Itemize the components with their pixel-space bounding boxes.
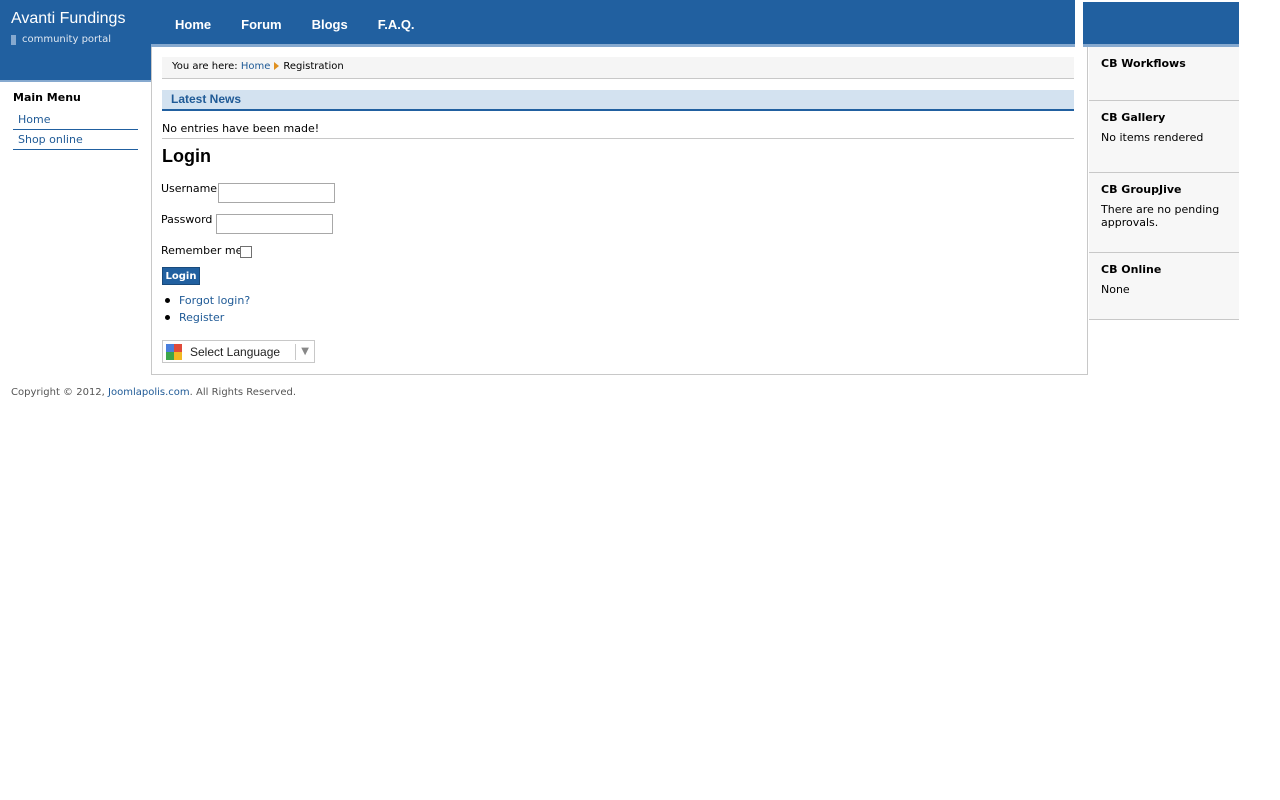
- module-cb-online: CB Online None: [1089, 253, 1239, 320]
- login-title: Login: [162, 146, 211, 166]
- latest-news-heading: Latest News: [162, 90, 1074, 111]
- remember-me-label: Remember me: [161, 244, 243, 257]
- menu-item-home[interactable]: Home: [13, 110, 138, 130]
- right-sidebar: CB Workflows CB Gallery No items rendere…: [1089, 47, 1239, 320]
- breadcrumb-current: Registration: [283, 61, 344, 72]
- language-select[interactable]: Select Language ▼: [162, 340, 315, 363]
- password-label: Password: [161, 213, 213, 226]
- forgot-login-link[interactable]: Forgot login?: [179, 294, 250, 307]
- breadcrumb-home-link[interactable]: Home: [241, 61, 271, 72]
- module-title: CB GroupJive: [1101, 183, 1182, 196]
- menu-item-shop-online[interactable]: Shop online: [13, 130, 138, 150]
- dropdown-arrow-icon: ▼: [301, 346, 309, 357]
- tagline-text: community portal: [22, 34, 111, 45]
- module-body: No items rendered: [1101, 131, 1204, 144]
- header-brand-area: Avanti Fundings community portal: [0, 0, 151, 82]
- footer-joomlapolis-link[interactable]: Joomlapolis.com: [108, 387, 190, 398]
- breadcrumb-prefix: You are here:: [172, 61, 238, 72]
- footer-rights: . All Rights Reserved.: [189, 387, 297, 398]
- breadcrumb-arrow-icon: [274, 62, 280, 70]
- username-input[interactable]: [218, 183, 335, 203]
- bullet-icon: [165, 315, 170, 320]
- site-tagline: community portal: [11, 34, 111, 45]
- footer: Copyright © 2012, Joomlapolis.com. All R…: [11, 387, 296, 398]
- main-menu: Main Menu Home Shop online: [13, 91, 138, 150]
- module-cb-gallery: CB Gallery No items rendered: [1089, 101, 1239, 173]
- latest-news-body: No entries have been made!: [162, 122, 1074, 139]
- module-title: CB Gallery: [1101, 111, 1166, 124]
- list-item: Register: [162, 309, 250, 326]
- main-menu-title: Main Menu: [13, 91, 81, 104]
- remember-me-checkbox[interactable]: [240, 246, 252, 258]
- tagline-mark: [11, 34, 16, 45]
- module-cb-groupjive: CB GroupJive There are no pending approv…: [1089, 173, 1239, 253]
- module-body: There are no pending approvals.: [1101, 203, 1220, 229]
- module-cb-workflows: CB Workflows: [1089, 47, 1239, 101]
- header-right-bar: [1083, 2, 1239, 47]
- nav-home[interactable]: Home: [175, 17, 211, 32]
- bullet-icon: [165, 298, 170, 303]
- register-link[interactable]: Register: [179, 311, 224, 324]
- nav-forum[interactable]: Forum: [241, 17, 281, 32]
- module-body: None: [1101, 283, 1130, 296]
- breadcrumb: You are here: Home Registration: [162, 57, 1074, 79]
- username-label: Username: [161, 182, 218, 195]
- top-navigation: Home Forum Blogs F.A.Q.: [175, 17, 445, 32]
- list-item: Forgot login?: [162, 292, 250, 309]
- language-select-label: Select Language: [190, 344, 281, 359]
- select-divider: [295, 343, 297, 360]
- site-title[interactable]: Avanti Fundings: [11, 10, 125, 28]
- nav-blogs[interactable]: Blogs: [312, 17, 348, 32]
- google-translate-icon: [166, 343, 182, 360]
- module-title: CB Workflows: [1101, 57, 1186, 70]
- footer-copyright: Copyright © 2012,: [11, 387, 105, 398]
- module-title: CB Online: [1101, 263, 1162, 276]
- password-input[interactable]: [216, 214, 333, 234]
- nav-faq[interactable]: F.A.Q.: [378, 17, 415, 32]
- login-button[interactable]: Login: [162, 267, 200, 285]
- login-links: Forgot login? Register: [162, 292, 250, 326]
